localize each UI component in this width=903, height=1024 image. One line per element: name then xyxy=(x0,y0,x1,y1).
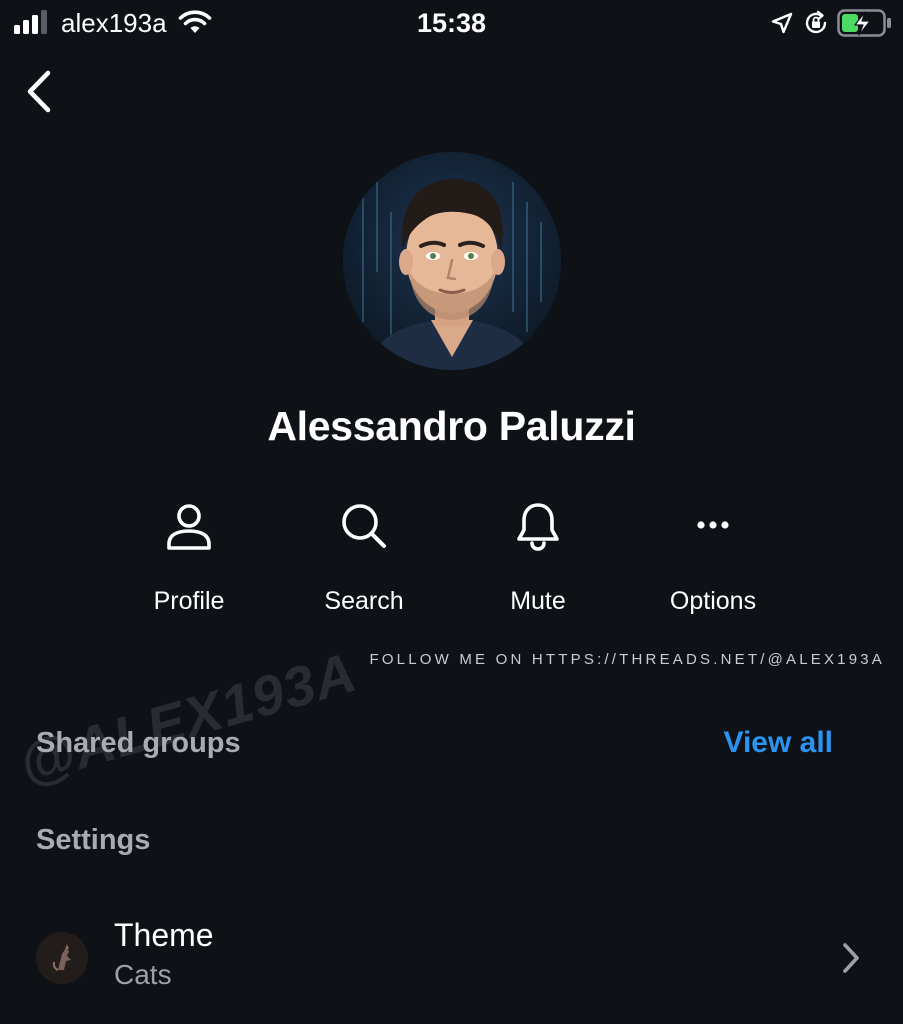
avatar[interactable] xyxy=(343,152,561,370)
avatar-portrait-illustration xyxy=(343,152,561,370)
theme-label: Theme xyxy=(114,917,214,953)
chevron-right-icon xyxy=(843,943,859,973)
view-all-link[interactable]: View all xyxy=(723,725,833,761)
status-bar: alex193a 15:38 xyxy=(0,0,903,48)
back-button[interactable] xyxy=(20,66,64,118)
mute-action-button[interactable]: Mute xyxy=(453,496,623,626)
mute-action-label: Mute xyxy=(510,587,566,615)
shared-groups-title: Shared groups xyxy=(36,727,241,759)
location-arrow-icon xyxy=(771,12,793,34)
theme-value: Cats xyxy=(114,959,172,990)
profile-action-label: Profile xyxy=(153,587,225,615)
search-icon xyxy=(342,504,386,548)
follow-watermark-text: FOLLOW ME ON HTTPS://THREADS.NET/@ALEX19… xyxy=(369,651,885,668)
search-action-button[interactable]: Search xyxy=(279,496,449,626)
options-action-button[interactable]: Options xyxy=(628,496,798,626)
rotation-lock-icon xyxy=(805,10,827,34)
cat-theme-icon xyxy=(36,932,88,984)
more-icon xyxy=(697,521,729,529)
settings-title: Settings xyxy=(36,824,151,856)
status-time: 15:38 xyxy=(416,8,487,38)
battery-charging-icon xyxy=(837,9,891,37)
person-icon xyxy=(167,504,211,550)
profile-name: Alessandro Paluzzi xyxy=(267,403,636,449)
bell-icon xyxy=(517,503,559,551)
chevron-left-icon xyxy=(27,70,51,113)
search-action-label: Search xyxy=(324,587,404,615)
profile-action-button[interactable]: Profile xyxy=(104,496,274,626)
options-action-label: Options xyxy=(669,587,757,615)
theme-setting-row[interactable]: Theme Cats xyxy=(0,898,903,1008)
handle-watermark: @ALEX193A xyxy=(12,639,364,797)
